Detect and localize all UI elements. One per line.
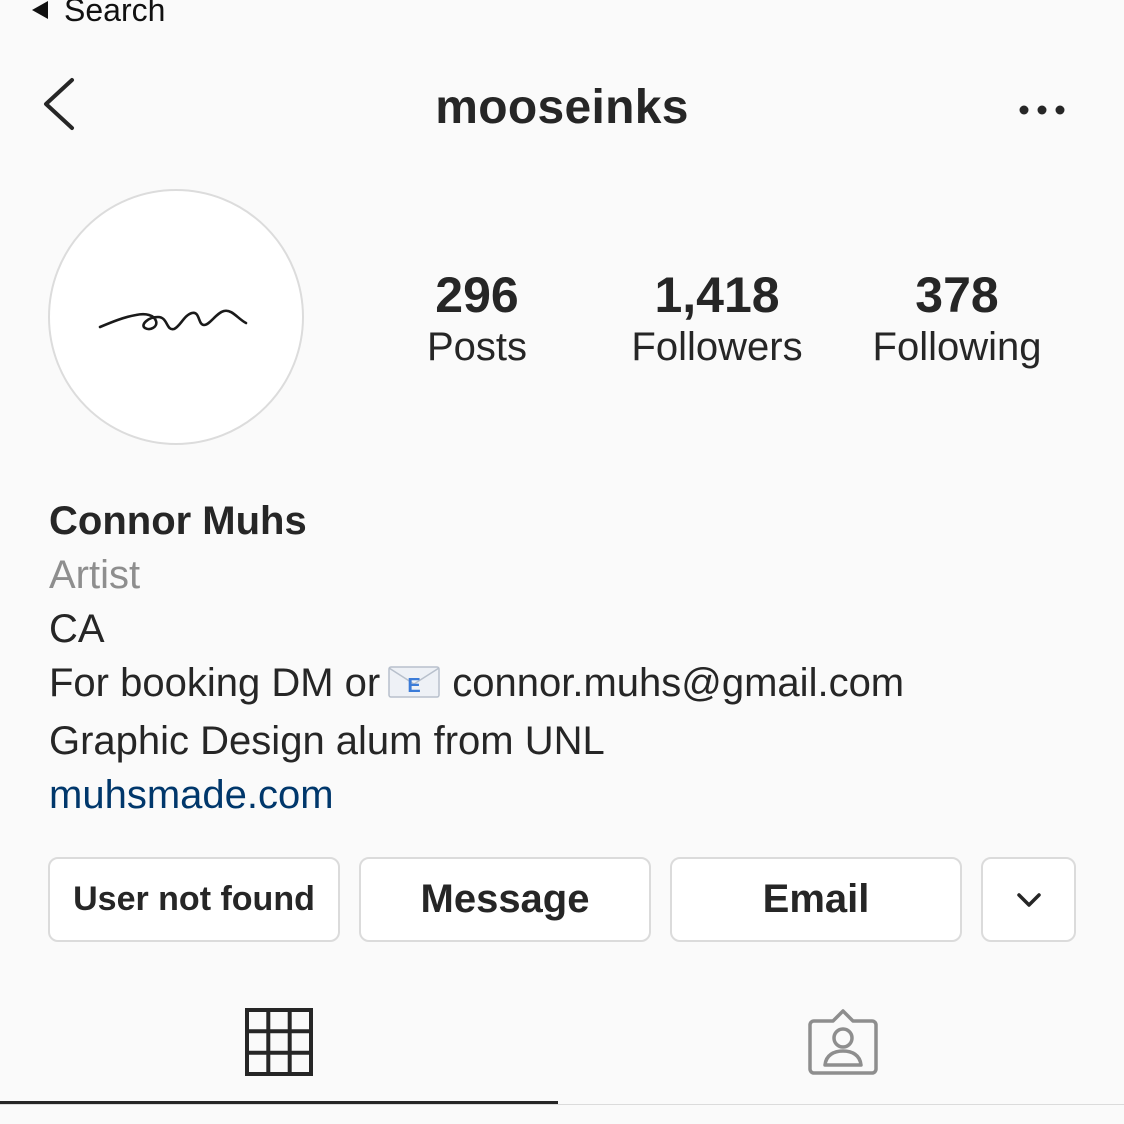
following-stat[interactable]: 378 Following: [847, 266, 1067, 372]
back-triangle-icon: [32, 1, 48, 19]
followers-stat[interactable]: 1,418 Followers: [607, 266, 827, 372]
back-to-search-label: Search: [64, 0, 166, 28]
followers-label: Followers: [631, 325, 803, 369]
posts-label: Posts: [426, 325, 528, 369]
posts-count: 296: [435, 267, 519, 323]
profile-avatar[interactable]: [48, 189, 304, 445]
following-count: 378: [915, 267, 999, 323]
website-link[interactable]: muhsmade.com: [49, 768, 1099, 822]
back-to-search-link[interactable]: Search: [32, 0, 165, 30]
signature-logo: [98, 309, 248, 331]
booking-prefix-text: For booking DM or: [49, 661, 381, 705]
tabs-divider: [0, 1104, 1124, 1105]
booking-line: For booking DM or E connor.muhs@gmail.co…: [49, 656, 1099, 714]
profile-username-title: mooseinks: [435, 81, 689, 134]
email-button[interactable]: Email: [670, 857, 962, 942]
more-options-button[interactable]: [1012, 96, 1072, 124]
message-button[interactable]: Message: [359, 857, 651, 942]
following-label: Following: [872, 325, 1042, 369]
profile-full-name: Connor Muhs: [49, 499, 307, 543]
profile-location: CA: [49, 607, 105, 651]
grid-icon: [245, 1008, 313, 1076]
user-not-found-button[interactable]: User not found: [48, 857, 340, 942]
tagged-person-icon: [808, 1009, 878, 1075]
followers-count: 1,418: [654, 267, 780, 323]
tab-posts-grid[interactable]: [0, 980, 558, 1104]
svg-text:E: E: [408, 675, 421, 697]
tab-tagged[interactable]: [562, 980, 1124, 1104]
profile-bio: Connor Muhs Artist CA For booking DM or …: [49, 494, 1099, 822]
education-line: Graphic Design alum from UNL: [49, 719, 605, 763]
booking-email-text: connor.muhs@gmail.com: [452, 661, 905, 705]
profile-category: Artist: [49, 553, 141, 597]
suggested-accounts-button[interactable]: [981, 857, 1076, 942]
more-horizontal-icon: [1019, 105, 1065, 115]
posts-stat[interactable]: 296 Posts: [367, 266, 587, 372]
envelope-e-icon: E: [386, 660, 442, 714]
chevron-down-icon: [1016, 892, 1041, 907]
